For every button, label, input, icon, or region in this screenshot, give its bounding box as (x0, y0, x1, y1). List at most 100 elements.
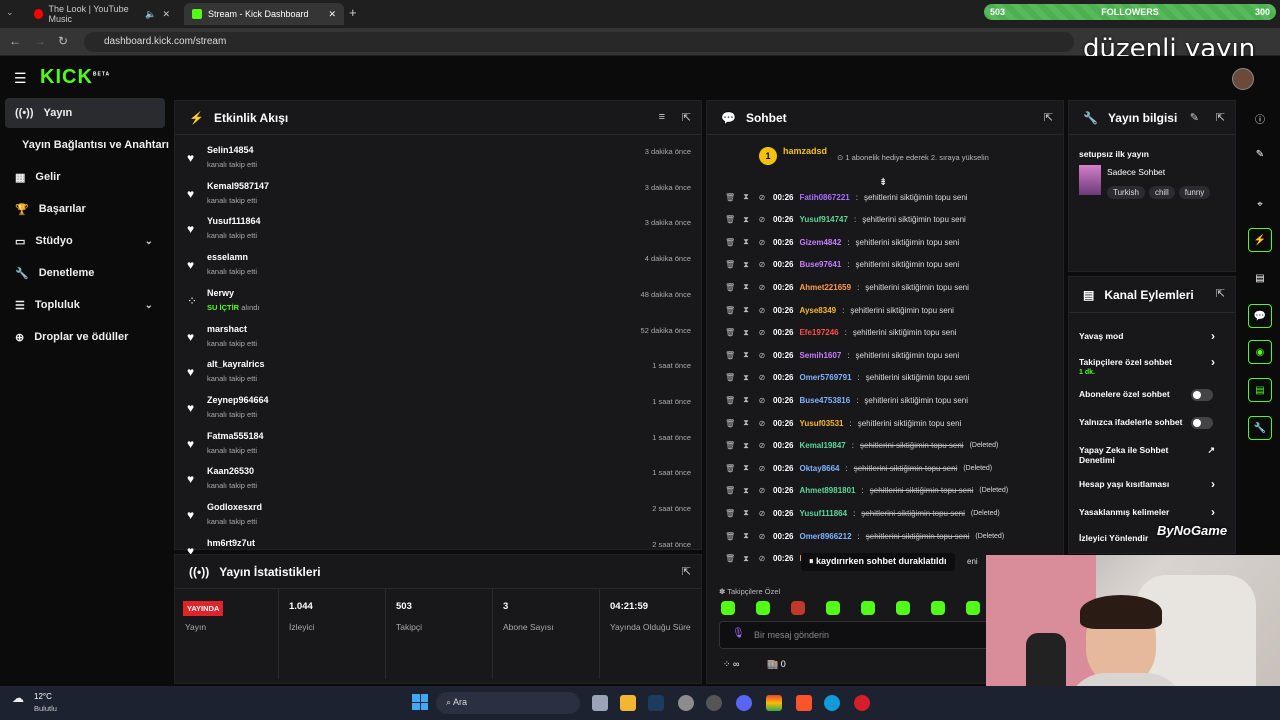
delete-icon[interactable]: 🗑 (725, 441, 735, 450)
chat-message[interactable]: 🗑 ⧗ ⊘ 00:26 Kemal19847: şehitlerini siktiğim… (725, 436, 998, 456)
emote-icon[interactable] (896, 601, 910, 615)
url-input[interactable]: dashboard.kick.com/stream (84, 32, 1074, 52)
channel-action-row[interactable]: Abonelere özel sohbet (1079, 385, 1225, 411)
activity-row[interactable]: ⁘ Nerwy SU İÇTİR alındı 48 dakika önce (185, 286, 691, 320)
delete-icon[interactable]: 🗑 (725, 215, 735, 224)
delete-icon[interactable]: 🗑 (725, 373, 735, 382)
timeout-icon[interactable]: ⧗ (741, 305, 751, 315)
chat-bubble-icon[interactable]: 💬 (1248, 304, 1272, 328)
delete-icon[interactable]: 🗑 (725, 509, 735, 518)
chat-input[interactable]: 🎙 Bir mesaj gönderin (719, 621, 989, 649)
timeout-icon[interactable]: ⧗ (741, 508, 751, 518)
timeout-icon[interactable]: ⧗ (741, 486, 751, 496)
chat-username[interactable]: Efe197246 (799, 328, 838, 337)
chat-message[interactable]: 🗑 ⧗ ⊘ 00:26 Buse97641: şehitlerini siktiğimi… (725, 255, 959, 275)
filter-icon[interactable]: ≡ (659, 111, 665, 123)
ban-icon[interactable]: ⊘ (757, 509, 767, 518)
ban-icon[interactable]: ⊘ (757, 215, 767, 224)
activity-row[interactable]: ♥ marshact kanalı takip etti 52 dakika önce (185, 322, 691, 356)
popout-icon[interactable]: ⇱ (1216, 111, 1225, 124)
wrench-icon[interactable]: 🔧 (1248, 416, 1272, 440)
chat-message[interactable]: 🗑 ⧗ ⊘ 00:26 Omer5769791: şehitlerini siktiği… (725, 368, 969, 388)
activity-username[interactable]: Selin14854 (207, 145, 254, 155)
delete-icon[interactable]: 🗑 (725, 532, 735, 541)
chat-message[interactable]: 🗑 ⧗ ⊘ 00:26 Gizem4842: şehitlerini siktiğimi… (725, 232, 959, 252)
sidebar-item-yayin[interactable]: ((•)) Yayın (5, 98, 165, 128)
chat-username[interactable]: Buse97641 (799, 260, 841, 269)
activity-username[interactable]: hm6rt9z7ut (207, 538, 255, 548)
emote-icon[interactable] (931, 601, 945, 615)
timeout-icon[interactable]: ⧗ (741, 441, 751, 451)
chat-username[interactable]: Ahmet221659 (799, 283, 851, 292)
chat-username[interactable]: Buse4753816 (799, 396, 850, 405)
activity-username[interactable]: marshact (207, 324, 247, 334)
chat-username[interactable]: Yusuf03531 (799, 419, 843, 428)
sidebar-item-droplar[interactable]: ⊕ Droplar ve ödüller (5, 322, 165, 352)
reload-icon[interactable]: ↻ (58, 34, 68, 48)
emote-icon[interactable] (721, 601, 735, 615)
broadcast-icon[interactable]: ◉ (1248, 340, 1272, 364)
delete-icon[interactable]: 🗑 (725, 328, 735, 337)
activity-username[interactable]: Godloxesxrd (207, 502, 262, 512)
chat-message[interactable]: 🗑 ⧗ ⊘ 00:26 Yusuf914747: şehitlerini siktiği… (725, 210, 966, 230)
timeout-icon[interactable]: ⧗ (741, 328, 751, 338)
delete-icon[interactable]: 🗑 (725, 260, 735, 269)
timeout-icon[interactable]: ⧗ (741, 395, 751, 405)
chat-message[interactable]: 🗑 ⧗ ⊘ 00:26 Semih1607: şehitlerini siktiğimi… (725, 345, 959, 365)
chat-message[interactable]: 🗑 ⧗ ⊘ 00:26 Buse4753816: şehitlerini siktiği… (725, 390, 968, 410)
activity-username[interactable]: esselamn (207, 252, 248, 262)
tab-kick-dashboard[interactable]: Stream - Kick Dashboard ✕ (184, 3, 344, 25)
activity-row[interactable]: ♥ Kemal9587147 kanalı takip etti 3 dakika ö… (185, 179, 691, 213)
delete-icon[interactable]: 🗑 (725, 306, 735, 315)
back-icon[interactable]: ← (9, 34, 21, 48)
timeout-icon[interactable]: ⧗ (741, 237, 751, 247)
new-tab-icon[interactable]: + (349, 5, 357, 20)
chat-message[interactable]: 🗑 ⧗ ⊘ 00:26 Ahmet221659: şehitlerini siktiği… (725, 277, 969, 297)
timeout-icon[interactable]: ⧗ (741, 192, 751, 202)
popout-icon[interactable]: ⇱ (682, 565, 691, 578)
timeout-icon[interactable]: ⧗ (741, 350, 751, 360)
delete-icon[interactable]: 🗑 (725, 351, 735, 360)
edit-icon[interactable]: ✎ (1190, 111, 1199, 124)
ban-icon[interactable]: ⊘ (757, 306, 767, 315)
activity-row[interactable]: ♥ alt_kayralrics kanalı takip etti 1 saat ö… (185, 357, 691, 391)
timeout-icon[interactable]: ⧗ (741, 463, 751, 473)
tag-chip[interactable]: chill (1148, 186, 1175, 199)
lightning-icon[interactable]: ⚡ (1248, 228, 1272, 252)
ban-icon[interactable]: ⊘ (757, 486, 767, 495)
taskbar-search[interactable]: ⌕ Ara (436, 692, 580, 714)
ban-icon[interactable]: ⊘ (757, 193, 767, 202)
delete-icon[interactable]: 🗑 (725, 396, 735, 405)
chat-message[interactable]: 🗑 ⧗ ⊘ 00:26 Omer8966212: şehitlerini siktiği… (725, 526, 1004, 546)
toggle-switch[interactable] (1191, 389, 1213, 401)
activity-username[interactable]: Yusuf111864 (207, 216, 261, 226)
chat-username[interactable]: Fatih0867221 (799, 193, 849, 202)
external-link-icon[interactable]: ↗ (1207, 445, 1215, 456)
channel-action-row[interactable]: Yalnızca ifadelerle sohbet (1079, 413, 1225, 439)
ban-icon[interactable]: ⊘ (757, 373, 767, 382)
info-icon[interactable]: ⓘ (1248, 106, 1272, 130)
ban-icon[interactable]: ⊘ (757, 260, 767, 269)
ban-icon[interactable]: ⊘ (757, 283, 767, 292)
activity-username[interactable]: Nerwy (207, 288, 234, 298)
timeout-icon[interactable]: ⧗ (741, 531, 751, 541)
chat-username[interactable]: Yusuf914747 (799, 215, 847, 224)
kick-logo[interactable]: KICKBETA (40, 66, 110, 89)
weather-icon[interactable]: ☁ (12, 691, 24, 705)
delete-icon[interactable]: 🗑 (725, 419, 735, 428)
activity-username[interactable]: Fatma555184 (207, 431, 264, 441)
activity-row[interactable]: ♥ Kaan26530 kanalı takip etti 1 saat önce (185, 464, 691, 498)
close-icon[interactable]: ✕ (328, 9, 336, 20)
timeout-icon[interactable]: ⧗ (741, 418, 751, 428)
chat-username[interactable]: Ayse8349 (799, 306, 836, 315)
chat-username[interactable]: Oktay8664 (799, 464, 839, 473)
channel-action-row[interactable]: Yavaş mod › (1079, 327, 1225, 353)
ban-icon[interactable]: ⊘ (757, 396, 767, 405)
channel-action-row[interactable]: Hesap yaşı kısıtlaması › (1079, 475, 1225, 501)
microphone-icon[interactable]: 🎙 (732, 628, 745, 639)
opera-icon[interactable] (854, 695, 870, 711)
hamburger-menu-icon[interactable]: ☰ (14, 70, 27, 87)
chevron-right-icon[interactable]: › (1211, 355, 1215, 369)
close-icon[interactable]: ✕ (162, 9, 170, 20)
activity-username[interactable]: Kaan26530 (207, 466, 254, 476)
